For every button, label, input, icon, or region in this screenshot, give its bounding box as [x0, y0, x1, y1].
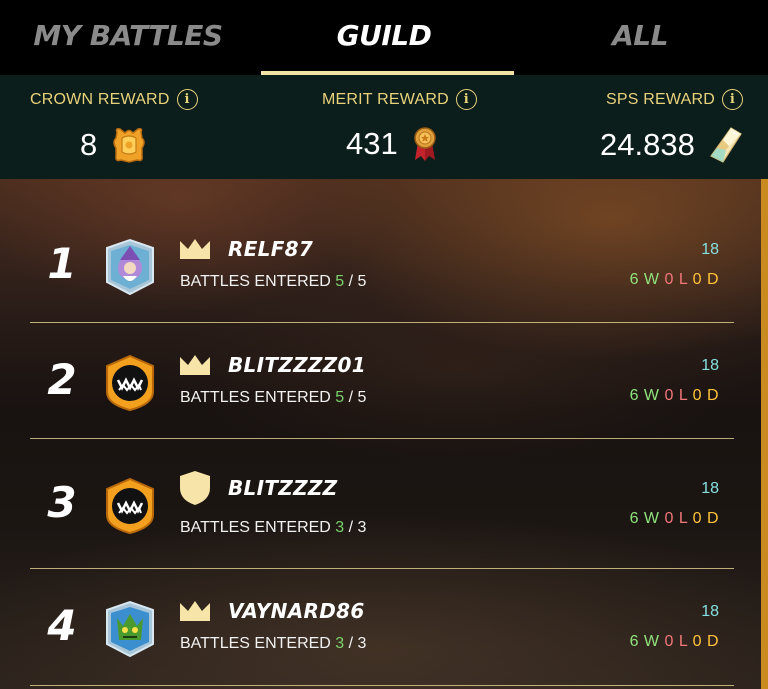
player-row[interactable]: 3 BLITZZZZ BATTLES ENTERED 3 / 3 18 6 W … — [0, 446, 761, 562]
player-score: 18 — [701, 603, 719, 620]
monster-badge-avatar[interactable] — [101, 354, 159, 412]
player-record: 6 W 0 L 0 D — [630, 271, 719, 289]
sps-reward-info-icon[interactable]: i — [721, 89, 743, 110]
player-record: 6 W 0 L 0 D — [630, 633, 719, 651]
player-rank: 1 — [47, 239, 77, 288]
row-divider — [30, 438, 734, 439]
player-row[interactable]: 2 BLITZZZZ01 BATTLES ENTERED 5 / 5 18 6 … — [0, 323, 761, 439]
player-score: 18 — [701, 241, 719, 258]
crown-icon — [179, 600, 211, 636]
player-rank: 4 — [47, 601, 77, 650]
crown-icon — [179, 238, 211, 274]
crown-reward-label: CROWN REWARD — [30, 90, 170, 108]
battles-entered-label: BATTLES ENTERED — [180, 519, 331, 536]
battle-tabs: MY BATTLES GUILD ALL — [0, 0, 768, 75]
draws: 0 D — [692, 271, 719, 288]
sps-crystal-icon — [709, 126, 743, 164]
sps-reward-value-group: 24.838 — [600, 126, 743, 164]
battles-entered-total: 5 — [357, 389, 367, 406]
wins: 6 W — [629, 387, 660, 404]
scrollbar-track[interactable] — [761, 179, 768, 689]
battles-entered: BATTLES ENTERED 3 / 3 — [180, 635, 367, 652]
sps-reward-header: SPS REWARD i — [606, 89, 743, 110]
player-row[interactable]: 4 VAYNARD86 BATTLES ENTERED 3 / 3 18 6 W… — [0, 569, 761, 685]
tab-my-battles-label: MY BATTLES — [33, 19, 223, 52]
player-rank: 3 — [47, 478, 77, 527]
battles-entered-label: BATTLES ENTERED — [180, 273, 331, 290]
losses: 0 L — [664, 271, 688, 288]
merit-reward-info-icon[interactable]: i — [455, 89, 477, 110]
battles-entered: BATTLES ENTERED 5 / 5 — [180, 389, 367, 406]
losses: 0 L — [664, 633, 688, 650]
merit-reward: MERIT REWARD i 431 — [256, 75, 512, 179]
battles-entered: BATTLES ENTERED 3 / 3 — [180, 519, 367, 536]
tab-guild-label: GUILD — [336, 19, 432, 52]
battles-entered-count: 5 — [335, 389, 345, 406]
draws: 0 D — [692, 633, 719, 650]
battles-entered-count: 3 — [335, 635, 345, 652]
battles-entered-count: 5 — [335, 273, 345, 290]
draws: 0 D — [692, 387, 719, 404]
wizard-avatar[interactable] — [101, 238, 159, 296]
losses: 0 L — [664, 387, 688, 404]
crown-reward-value-group: 8 — [80, 126, 147, 164]
crown-reward: CROWN REWARD i 8 — [0, 75, 256, 179]
wins: 6 W — [629, 271, 660, 288]
merit-reward-value: 431 — [346, 126, 398, 161]
tab-all[interactable]: ALL — [512, 0, 768, 75]
merit-medal-icon — [412, 126, 438, 162]
scrollbar-thumb[interactable] — [761, 179, 768, 689]
player-rank: 2 — [47, 355, 77, 404]
tab-guild[interactable]: GUILD — [256, 0, 514, 75]
battles-entered-total: 3 — [357, 635, 367, 652]
wins: 6 W — [629, 633, 660, 650]
tab-all-label: ALL — [612, 19, 668, 52]
battles-entered-count: 3 — [335, 519, 345, 536]
battles-entered: BATTLES ENTERED 5 / 5 — [180, 273, 367, 290]
goblin-avatar[interactable] — [101, 600, 159, 658]
merit-reward-header: MERIT REWARD i — [322, 89, 477, 110]
player-row[interactable]: 1 RELF87 BATTLES ENTERED 5 / 5 18 6 W 0 … — [0, 207, 761, 323]
sps-reward-label: SPS REWARD — [606, 90, 715, 108]
guild-leaderboard: 1 RELF87 BATTLES ENTERED 5 / 5 18 6 W 0 … — [0, 179, 761, 689]
battles-entered-label: BATTLES ENTERED — [180, 635, 331, 652]
draws: 0 D — [692, 510, 719, 527]
player-name[interactable]: RELF87 — [228, 237, 313, 261]
player-name[interactable]: BLITZZZZ — [228, 476, 337, 500]
wins: 6 W — [629, 510, 660, 527]
crown-reward-value: 8 — [80, 127, 98, 162]
battles-entered-total: 5 — [357, 273, 367, 290]
row-divider — [30, 685, 734, 686]
battles-entered-label: BATTLES ENTERED — [180, 389, 331, 406]
crown-reward-header: CROWN REWARD i — [30, 89, 198, 110]
player-name[interactable]: VAYNARD86 — [228, 599, 365, 623]
crown-reward-info-icon[interactable]: i — [176, 89, 198, 110]
player-record: 6 W 0 L 0 D — [630, 387, 719, 405]
monster-badge-avatar[interactable] — [101, 477, 159, 535]
battles-entered-total: 3 — [357, 519, 367, 536]
losses: 0 L — [664, 510, 688, 527]
crown-icon — [179, 354, 211, 390]
shield-icon — [179, 470, 211, 506]
sps-reward-value: 24.838 — [600, 127, 695, 162]
player-score: 18 — [701, 480, 719, 497]
tab-my-battles[interactable]: MY BATTLES — [0, 0, 256, 75]
sps-reward: SPS REWARD i 24.838 — [512, 75, 768, 179]
crown-token-icon — [111, 126, 147, 164]
player-name[interactable]: BLITZZZZ01 — [228, 353, 366, 377]
merit-reward-label: MERIT REWARD — [322, 90, 449, 108]
reward-summary: CROWN REWARD i 8 MERIT REWARD i 431 SPS … — [0, 75, 768, 179]
player-record: 6 W 0 L 0 D — [630, 510, 719, 528]
player-score: 18 — [701, 357, 719, 374]
merit-reward-value-group: 431 — [346, 126, 438, 162]
